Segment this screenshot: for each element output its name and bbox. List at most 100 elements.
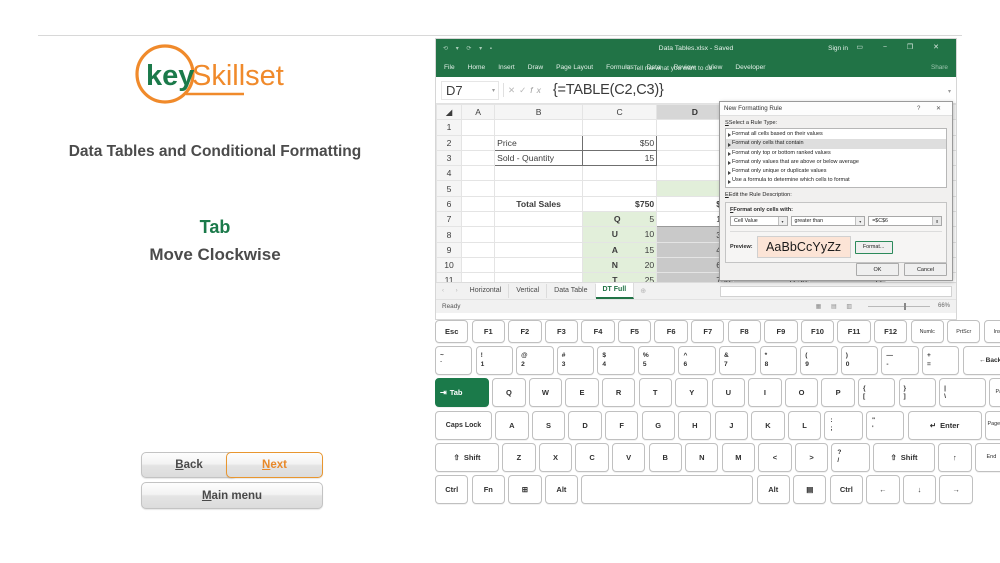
sheet-tab-data-table[interactable]: Data Table [547, 284, 596, 298]
new-formatting-rule-dialog[interactable]: New Formatting Rule ? ✕ SSelect a Rule T… [719, 101, 953, 281]
key-tab[interactable]: ⇥ Tab [435, 378, 489, 408]
ribbon-tab-insert[interactable]: Insert [498, 64, 515, 71]
cell-a7[interactable] [461, 211, 496, 228]
key-arrow-down[interactable]: ↓ [902, 474, 937, 504]
horizontal-scrollbar[interactable] [720, 286, 952, 297]
key-semicolon[interactable]: : ; [824, 410, 863, 440]
key-z[interactable]: Z [502, 442, 536, 472]
key-w[interactable]: W [528, 378, 563, 408]
row-header-2[interactable]: 2 [436, 134, 463, 151]
key-f1[interactable]: F1 [471, 320, 505, 343]
key-0[interactable]: ) 0 [840, 346, 879, 376]
key-comma[interactable]: < [758, 442, 792, 472]
cell-a3[interactable] [461, 149, 496, 167]
key-y[interactable]: Y [675, 378, 709, 408]
key-n[interactable]: N [685, 442, 719, 472]
key-f5[interactable]: F5 [617, 320, 652, 343]
key-bracket-right[interactable]: } ] [898, 378, 936, 408]
cell-c7[interactable]: Q 5 [582, 211, 658, 228]
key-f6[interactable]: F6 [654, 320, 688, 343]
formula-bar-icons[interactable]: ✕ ✓ fx [508, 85, 545, 96]
help-icon[interactable]: ? [917, 106, 927, 112]
key-backslash[interactable]: | \ [939, 378, 987, 408]
cell-a10[interactable] [461, 256, 496, 274]
cell-b7[interactable] [494, 211, 584, 228]
rule-type-option-2[interactable]: Format only top or bottom ranked values [726, 149, 946, 158]
cell-b1[interactable] [494, 119, 584, 136]
key-page-up[interactable]: Page Up [989, 378, 1000, 408]
key-k[interactable]: K [751, 410, 785, 440]
key-p[interactable]: P [821, 378, 855, 408]
cell-a2[interactable] [461, 134, 496, 151]
select-all-corner[interactable]: ◢ [436, 104, 463, 121]
cell-b4[interactable] [494, 165, 584, 182]
key-period[interactable]: > [794, 442, 829, 472]
ribbon-tab-home[interactable]: Home [468, 64, 486, 71]
row-header-7[interactable]: 7 [436, 211, 463, 228]
confirm-icon[interactable]: ✓ [519, 85, 530, 96]
row-header-11[interactable]: 11 [436, 272, 463, 282]
cell-c1[interactable] [582, 119, 658, 136]
sheet-nav-arrows-icon[interactable]: ‹ › [442, 288, 463, 294]
expand-formula-bar-icon[interactable]: ▾ [948, 88, 951, 95]
range-picker-icon[interactable]: ⬆ [932, 216, 941, 226]
key-f8[interactable]: F8 [727, 320, 762, 343]
context-menu-icon[interactable]: ▤ [793, 474, 827, 504]
zoom-slider[interactable] [868, 306, 930, 307]
tell-me-search[interactable]: ♡ Tell me what you want to do [626, 64, 712, 72]
key-8[interactable]: * 8 [759, 346, 798, 376]
ribbon-tab-developer[interactable]: Developer [735, 64, 765, 71]
format-button[interactable]: Format... [854, 240, 893, 254]
key-equals[interactable]: + = [921, 346, 960, 376]
key-4[interactable]: $ 4 [597, 346, 635, 376]
cell-b9[interactable] [494, 241, 584, 258]
key-i[interactable]: I [748, 378, 782, 408]
back-button[interactable]: Back [141, 452, 237, 478]
row-header-9[interactable]: 9 [436, 241, 463, 258]
cell-c4[interactable] [582, 165, 658, 182]
key-backspace[interactable]: ←Backspase [962, 346, 1000, 376]
windows-icon[interactable]: ⊞ [508, 474, 542, 504]
add-sheet-icon[interactable]: ⊕ [640, 287, 646, 295]
key-s[interactable]: S [531, 410, 566, 440]
sign-in-link[interactable]: Sign in [828, 45, 848, 52]
column-header-a[interactable]: A [461, 104, 496, 121]
share-button[interactable]: Share [931, 64, 948, 71]
rule-type-option-5[interactable]: Use a formula to determine which cells t… [726, 176, 946, 185]
key-caps-lock[interactable]: Caps Lock [435, 410, 492, 440]
ok-button[interactable]: OK [856, 263, 899, 276]
key-numlock[interactable]: Numlc [910, 320, 944, 343]
key-9[interactable]: ( 9 [800, 346, 838, 376]
row-header-5[interactable]: 5 [436, 180, 463, 197]
chevron-down-icon[interactable]: ▾ [777, 216, 787, 226]
key-shift-right[interactable]: ⇧ Shift [872, 442, 935, 472]
key-h[interactable]: H [678, 410, 712, 440]
key-1[interactable]: ! 1 [475, 346, 513, 376]
key-7[interactable]: & 7 [719, 346, 757, 376]
key-arrow-up[interactable]: ↑ [938, 442, 972, 472]
cancel-button[interactable]: Cancel [904, 263, 947, 276]
key-d[interactable]: D [568, 410, 602, 440]
close-icon[interactable]: ✕ [936, 106, 948, 112]
key-backtick[interactable]: ~ ` [435, 346, 473, 376]
chevron-down-icon[interactable]: ▾ [855, 216, 865, 226]
cell-a4[interactable] [461, 165, 496, 182]
rule-type-option-1[interactable]: Format only cells that contain [726, 139, 946, 149]
cell-a8[interactable] [461, 226, 496, 243]
key-a[interactable]: A [495, 410, 529, 440]
key-f11[interactable]: F11 [837, 320, 871, 343]
cell-a5[interactable] [461, 180, 496, 197]
sheet-tab-vertical[interactable]: Vertical [509, 284, 548, 298]
ribbon-tab-pagelayout[interactable]: Page Layout [556, 64, 593, 71]
key-fn[interactable]: Fn [471, 474, 505, 504]
key-arrow-right[interactable]: → [939, 474, 973, 504]
key-end[interactable]: End [974, 442, 1000, 472]
condition-operator-select[interactable]: greater than ▾ [790, 215, 866, 227]
cell-c6-total[interactable]: $750 [582, 195, 658, 213]
ribbon-tab-draw[interactable]: Draw [528, 64, 543, 71]
row-header-4[interactable]: 4 [436, 165, 463, 182]
key-v[interactable]: V [611, 442, 646, 472]
key-e[interactable]: E [565, 378, 599, 408]
key-prtscr[interactable]: PrtScr [947, 320, 981, 343]
cell-c3[interactable]: 15 [582, 149, 658, 167]
